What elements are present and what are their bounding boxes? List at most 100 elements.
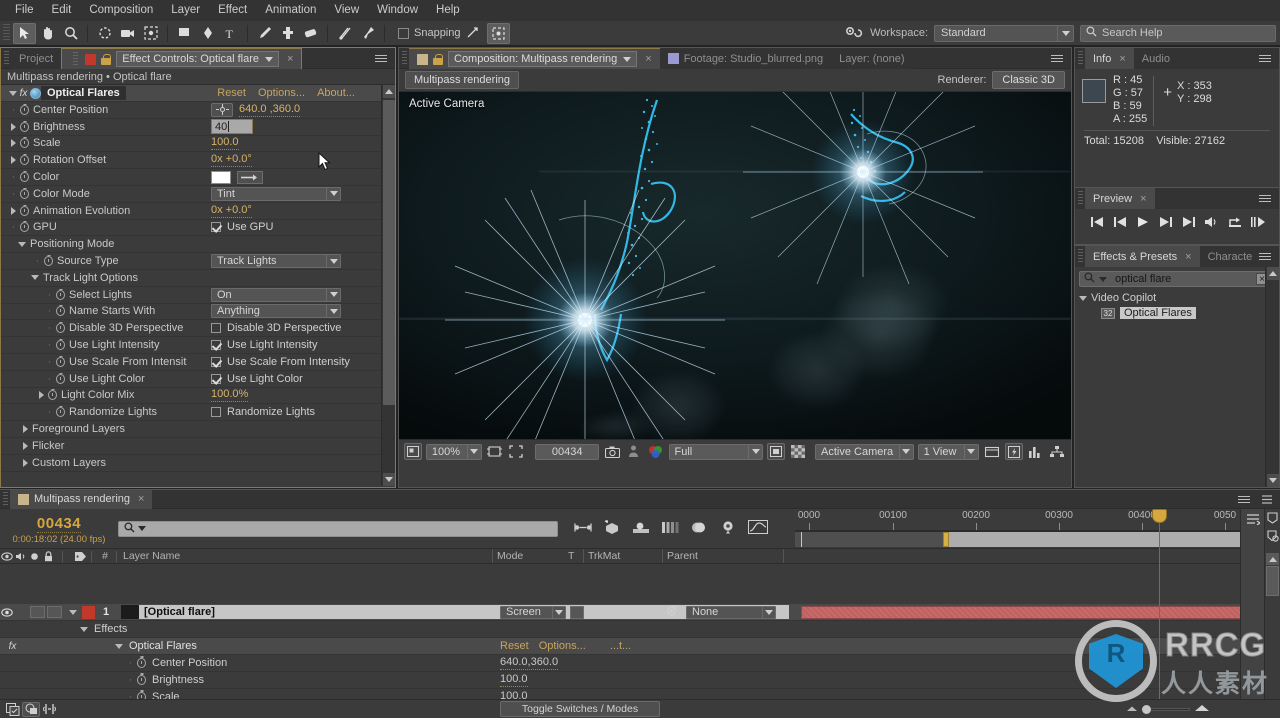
eraser-tool-icon[interactable] <box>299 23 322 44</box>
name-starts-with-dropdown[interactable]: Anything <box>211 304 341 319</box>
lock-icon[interactable] <box>101 53 112 65</box>
group-row-track-light-options[interactable]: Track Light Options <box>1 270 381 287</box>
panel-grip[interactable] <box>3 491 8 507</box>
property-row-center-position[interactable]: · Center Position 640.0 ,360.0 <box>1 102 381 119</box>
use-gpu-checkbox[interactable] <box>211 222 221 233</box>
stopwatch-icon[interactable] <box>137 692 146 699</box>
tab-project[interactable]: Project <box>11 48 62 69</box>
effect-reset-button[interactable]: Reset <box>217 87 246 99</box>
track-light-options-disclosure-triangle-icon[interactable] <box>31 275 39 281</box>
select-lights-dropdown[interactable]: On <box>211 287 341 302</box>
timeline-vertical-scrollbar[interactable] <box>1264 509 1280 699</box>
layer-trackmatte-toggle[interactable] <box>570 605 584 619</box>
layer-visibility-toggle[interactable] <box>0 607 14 617</box>
panel-grip[interactable] <box>1078 249 1083 264</box>
stopwatch-icon[interactable] <box>44 256 53 267</box>
group-disclosure-triangle-icon[interactable] <box>1079 295 1087 301</box>
menu-item-view[interactable]: View <box>325 0 368 21</box>
snap-region-icon[interactable] <box>486 22 510 44</box>
comp-marker-icon[interactable] <box>1266 511 1279 524</box>
use-light-intensity-checkbox[interactable] <box>211 340 221 351</box>
property-row-select-lights[interactable]: · Select Lights On <box>1 287 381 304</box>
last-frame-icon[interactable] <box>1180 214 1198 230</box>
stopwatch-icon[interactable] <box>20 104 29 115</box>
timeline-search-input[interactable] <box>118 520 558 537</box>
tab-close-icon[interactable]: × <box>1185 251 1191 263</box>
property-row-light-color-mix[interactable]: Light Color Mix 100.0% <box>1 388 381 405</box>
panel-grip[interactable] <box>4 50 9 66</box>
property-row-use-scale-from-intensity[interactable]: · Use Scale From Intensit Use Scale From… <box>1 354 381 371</box>
eyedropper-icon[interactable] <box>237 170 263 184</box>
tab-close-icon[interactable]: × <box>645 53 651 65</box>
timeline-effect-about-button[interactable]: ...t... <box>610 640 631 652</box>
timeline-ruler[interactable]: 0000 00100 00200 00300 00400 0050 <box>795 509 1280 531</box>
animation-evolution-disclosure-triangle-icon[interactable] <box>11 206 16 215</box>
search-filter-chevron-icon[interactable] <box>1099 276 1107 282</box>
group-row-custom-layers[interactable]: Custom Layers <box>1 455 381 472</box>
snap-arrow-icon[interactable] <box>466 25 480 42</box>
tab-close-icon[interactable]: × <box>138 493 144 505</box>
property-row-randomize-lights[interactable]: · Randomize Lights Randomize Lights <box>1 404 381 422</box>
tab-audio[interactable]: Audio <box>1133 48 1178 69</box>
tab-composition[interactable]: Composition: Multipass rendering × <box>409 48 660 69</box>
resolution-region-icon[interactable] <box>486 443 504 460</box>
toggle-switches-modes-button[interactable]: Toggle Switches / Modes <box>500 701 660 717</box>
group-row-positioning-mode[interactable]: Positioning Mode <box>1 236 381 254</box>
panel-grip[interactable] <box>1078 51 1083 66</box>
tab-character[interactable]: Characte <box>1199 246 1261 267</box>
zoom-tool-icon[interactable] <box>59 23 82 44</box>
hand-tool-icon[interactable] <box>36 23 59 44</box>
enable-motion-blur-icon[interactable] <box>690 521 708 537</box>
composition-name-chip[interactable]: Multipass rendering <box>405 71 519 89</box>
tab-layer[interactable]: Layer: (none) <box>831 48 913 69</box>
zoom-slider-handle[interactable] <box>1142 704 1151 714</box>
layer-lock-toggle[interactable] <box>47 606 62 618</box>
property-row-disable-3d-perspective[interactable]: · Disable 3D Perspective Disable 3D Pers… <box>1 320 381 338</box>
timeline-zoom-controls[interactable] <box>1126 703 1210 715</box>
timeline-effect-options-button[interactable]: Options... <box>539 640 586 652</box>
panel-menu-icon[interactable] <box>1051 52 1067 65</box>
stopwatch-icon[interactable] <box>20 188 29 199</box>
timeline-row-optical-flares[interactable]: fx Optical Flares Reset Options... ...t.… <box>0 638 1280 655</box>
effects-group-video-copilot[interactable]: Video Copilot <box>1075 290 1279 306</box>
hide-shy-layers-button[interactable] <box>22 701 40 717</box>
effect-header-row[interactable]: fx Optical Flares Reset Options... About… <box>1 85 381 102</box>
stopwatch-icon[interactable] <box>20 155 29 166</box>
effects-list-scrollbar[interactable] <box>1265 267 1279 487</box>
tab-close-icon[interactable]: × <box>287 53 293 65</box>
zoom-in-icon[interactable] <box>1194 703 1210 715</box>
stopwatch-icon[interactable] <box>56 306 65 317</box>
current-time-display[interactable]: 00434 0:00:18:02 (24.00 fps) <box>0 513 118 545</box>
always-preview-icon[interactable] <box>404 443 422 460</box>
brainstorm-icon[interactable] <box>40 702 58 717</box>
panel-menu-icon[interactable] <box>1259 250 1275 263</box>
effect-options-button[interactable]: Options... <box>258 87 305 99</box>
timeline-layer-track[interactable] <box>795 604 1280 620</box>
stopwatch-icon[interactable] <box>20 138 29 149</box>
comp-flowchart-icon[interactable] <box>1048 443 1066 460</box>
scroll-down-button[interactable] <box>1267 474 1279 487</box>
scroll-up-button[interactable] <box>383 85 395 98</box>
stopwatch-icon[interactable] <box>20 205 29 216</box>
menu-item-edit[interactable]: Edit <box>43 0 81 21</box>
brightness-disclosure-triangle-icon[interactable] <box>11 122 16 131</box>
layer-switches-column-icon[interactable] <box>1246 513 1261 528</box>
comp-family-icon[interactable] <box>4 702 22 717</box>
custom-layers-disclosure-triangle-icon[interactable] <box>23 458 28 467</box>
use-light-color-checkbox[interactable] <box>211 373 221 384</box>
positioning-mode-disclosure-triangle-icon[interactable] <box>18 241 26 247</box>
roto-brush-tool-icon[interactable] <box>333 23 356 44</box>
clone-stamp-tool-icon[interactable] <box>276 23 299 44</box>
current-time-indicator[interactable] <box>1152 509 1167 699</box>
magnification-dropdown[interactable]: 100% <box>425 443 482 460</box>
timeline-row-brightness[interactable]: · Brightness 100.0 <box>0 672 1280 689</box>
tab-chevron-down-icon[interactable] <box>623 56 632 62</box>
search-help-input[interactable]: Search Help <box>1080 24 1276 42</box>
tab-close-icon[interactable]: × <box>1140 193 1146 205</box>
collapse-panel-icon[interactable] <box>1260 493 1274 506</box>
transparency-grid-icon[interactable] <box>789 443 807 460</box>
stopwatch-icon[interactable] <box>56 356 65 367</box>
views-dropdown[interactable]: 1 View <box>917 443 979 460</box>
channel-rgb-icon[interactable] <box>647 443 665 460</box>
work-area-start-handle[interactable] <box>943 532 949 547</box>
